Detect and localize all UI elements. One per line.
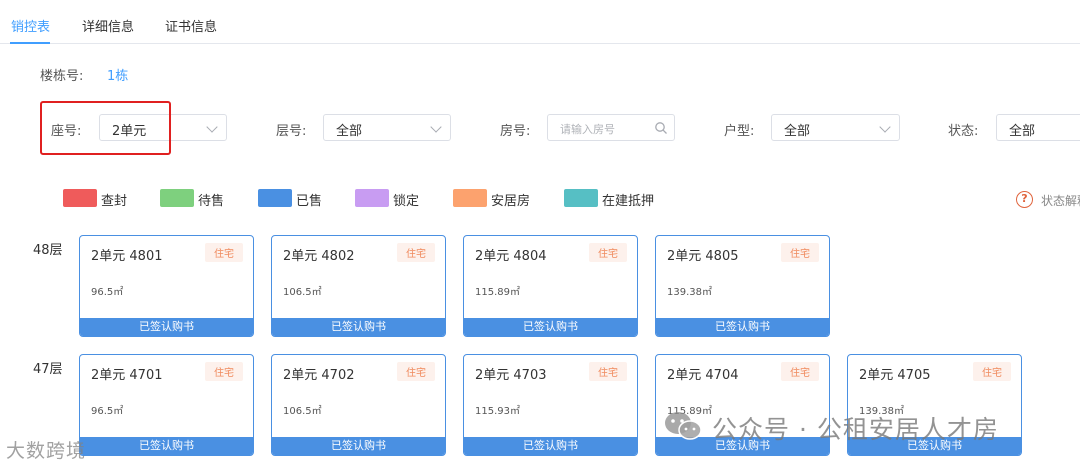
room-input-placeholder: 请输入房号 <box>560 123 615 136</box>
layout-label: 户型: <box>724 124 755 139</box>
building-label: 楼栋号: <box>40 69 84 84</box>
unit-name: 2单元 4702 <box>283 368 355 383</box>
unit-type-badge: 住宅 <box>205 362 243 381</box>
unit-status-bar: 已签认购书 <box>464 437 637 455</box>
unit-name: 2单元 4703 <box>475 368 547 383</box>
legend-swatch <box>63 189 97 207</box>
legend-swatch <box>355 189 389 207</box>
legend-label: 在建抵押 <box>602 194 655 209</box>
wechat-icon <box>665 412 702 440</box>
legend-swatch <box>258 189 292 207</box>
status-label: 状态: <box>948 124 979 139</box>
legend-label: 待售 <box>198 194 225 209</box>
search-icon[interactable] <box>654 121 668 135</box>
unit-status-bar: 已签认购书 <box>656 318 829 336</box>
unit-type-badge: 住宅 <box>397 362 435 381</box>
chevron-down-icon <box>430 121 442 133</box>
unit-area: 115.89㎡ <box>475 287 520 298</box>
unit-name: 2单元 4704 <box>667 368 739 383</box>
legend-label: 查封 <box>101 194 128 209</box>
floor-47-label: 47层 <box>33 362 63 377</box>
unit-status-bar: 已签认购书 <box>272 318 445 336</box>
unit-area: 96.5㎡ <box>91 287 124 298</box>
unit-type-badge: 住宅 <box>781 243 819 262</box>
unit-area: 115.93㎡ <box>475 406 520 417</box>
chevron-down-icon <box>879 121 891 133</box>
legend-swatch <box>160 189 194 207</box>
room-label: 房号: <box>500 124 531 139</box>
unit-card[interactable]: 2单元 4702 住宅 106.5㎡已签认购书 <box>271 354 446 456</box>
unit-card[interactable]: 2单元 4804 住宅 115.89㎡已签认购书 <box>463 235 638 337</box>
unit-status-bar: 已签认购书 <box>80 437 253 455</box>
unit-type-badge: 住宅 <box>973 362 1011 381</box>
unit-name: 2单元 4804 <box>475 249 547 264</box>
building-link[interactable]: 1栋 <box>107 65 128 84</box>
unit-card[interactable]: 2单元 4805 住宅 139.38㎡已签认购书 <box>655 235 830 337</box>
unit-status-bar: 已签认购书 <box>80 318 253 336</box>
tab-certificates[interactable]: 证书信息 <box>165 16 217 35</box>
tab-details[interactable]: 详细信息 <box>82 16 134 35</box>
legend-label: 已售 <box>296 194 323 209</box>
unit-type-badge: 住宅 <box>589 243 627 262</box>
chevron-down-icon <box>206 121 218 133</box>
floor-select[interactable]: 全部 <box>323 114 451 141</box>
unit-status-bar: 已签认购书 <box>272 437 445 455</box>
unit-area: 139.38㎡ <box>667 287 712 298</box>
unit-area: 106.5㎡ <box>283 406 322 417</box>
status-select-value: 全部 <box>1009 124 1036 139</box>
unit-type-badge: 住宅 <box>397 243 435 262</box>
layout-select-value: 全部 <box>784 124 811 139</box>
seat-highlight-annotation <box>40 101 171 155</box>
unit-status-bar: 已签认购书 <box>464 318 637 336</box>
unit-card[interactable]: 2单元 4802 住宅 106.5㎡已签认购书 <box>271 235 446 337</box>
legend-label: 锁定 <box>393 194 420 209</box>
watermark-left: 大数跨境 <box>6 440 87 462</box>
status-explanation-link[interactable]: 状态解释 <box>1041 192 1080 209</box>
watermark-right: 公众号 · 公租安居人才房 <box>712 415 999 444</box>
tab-bar: 销控表 详细信息 证书信息 <box>0 0 1080 44</box>
unit-name: 2单元 4705 <box>859 368 931 383</box>
unit-type-badge: 住宅 <box>781 362 819 381</box>
active-tab-indicator <box>10 42 50 44</box>
tab-sales-control[interactable]: 销控表 <box>11 16 50 35</box>
legend-label: 安居房 <box>491 194 531 209</box>
legend-swatch <box>453 189 487 207</box>
status-select[interactable]: 全部 <box>996 114 1080 141</box>
unit-name: 2单元 4805 <box>667 249 739 264</box>
unit-card[interactable]: 2单元 4801 住宅 96.5㎡已签认购书 <box>79 235 254 337</box>
unit-type-badge: 住宅 <box>589 362 627 381</box>
unit-type-badge: 住宅 <box>205 243 243 262</box>
layout-select[interactable]: 全部 <box>771 114 900 141</box>
unit-card[interactable]: 2单元 4703 住宅 115.93㎡已签认购书 <box>463 354 638 456</box>
legend-swatch <box>564 189 598 207</box>
unit-area: 96.5㎡ <box>91 406 124 417</box>
unit-name: 2单元 4802 <box>283 249 355 264</box>
floor-select-value: 全部 <box>336 124 363 139</box>
unit-name: 2单元 4801 <box>91 249 163 264</box>
floor-48-label: 48层 <box>33 243 63 258</box>
question-circle-icon[interactable]: ? <box>1016 191 1033 208</box>
room-input[interactable]: 请输入房号 <box>547 114 675 141</box>
unit-name: 2单元 4701 <box>91 368 163 383</box>
unit-area: 106.5㎡ <box>283 287 322 298</box>
unit-card[interactable]: 2单元 4701 住宅 96.5㎡已签认购书 <box>79 354 254 456</box>
floor-label: 层号: <box>276 124 307 139</box>
